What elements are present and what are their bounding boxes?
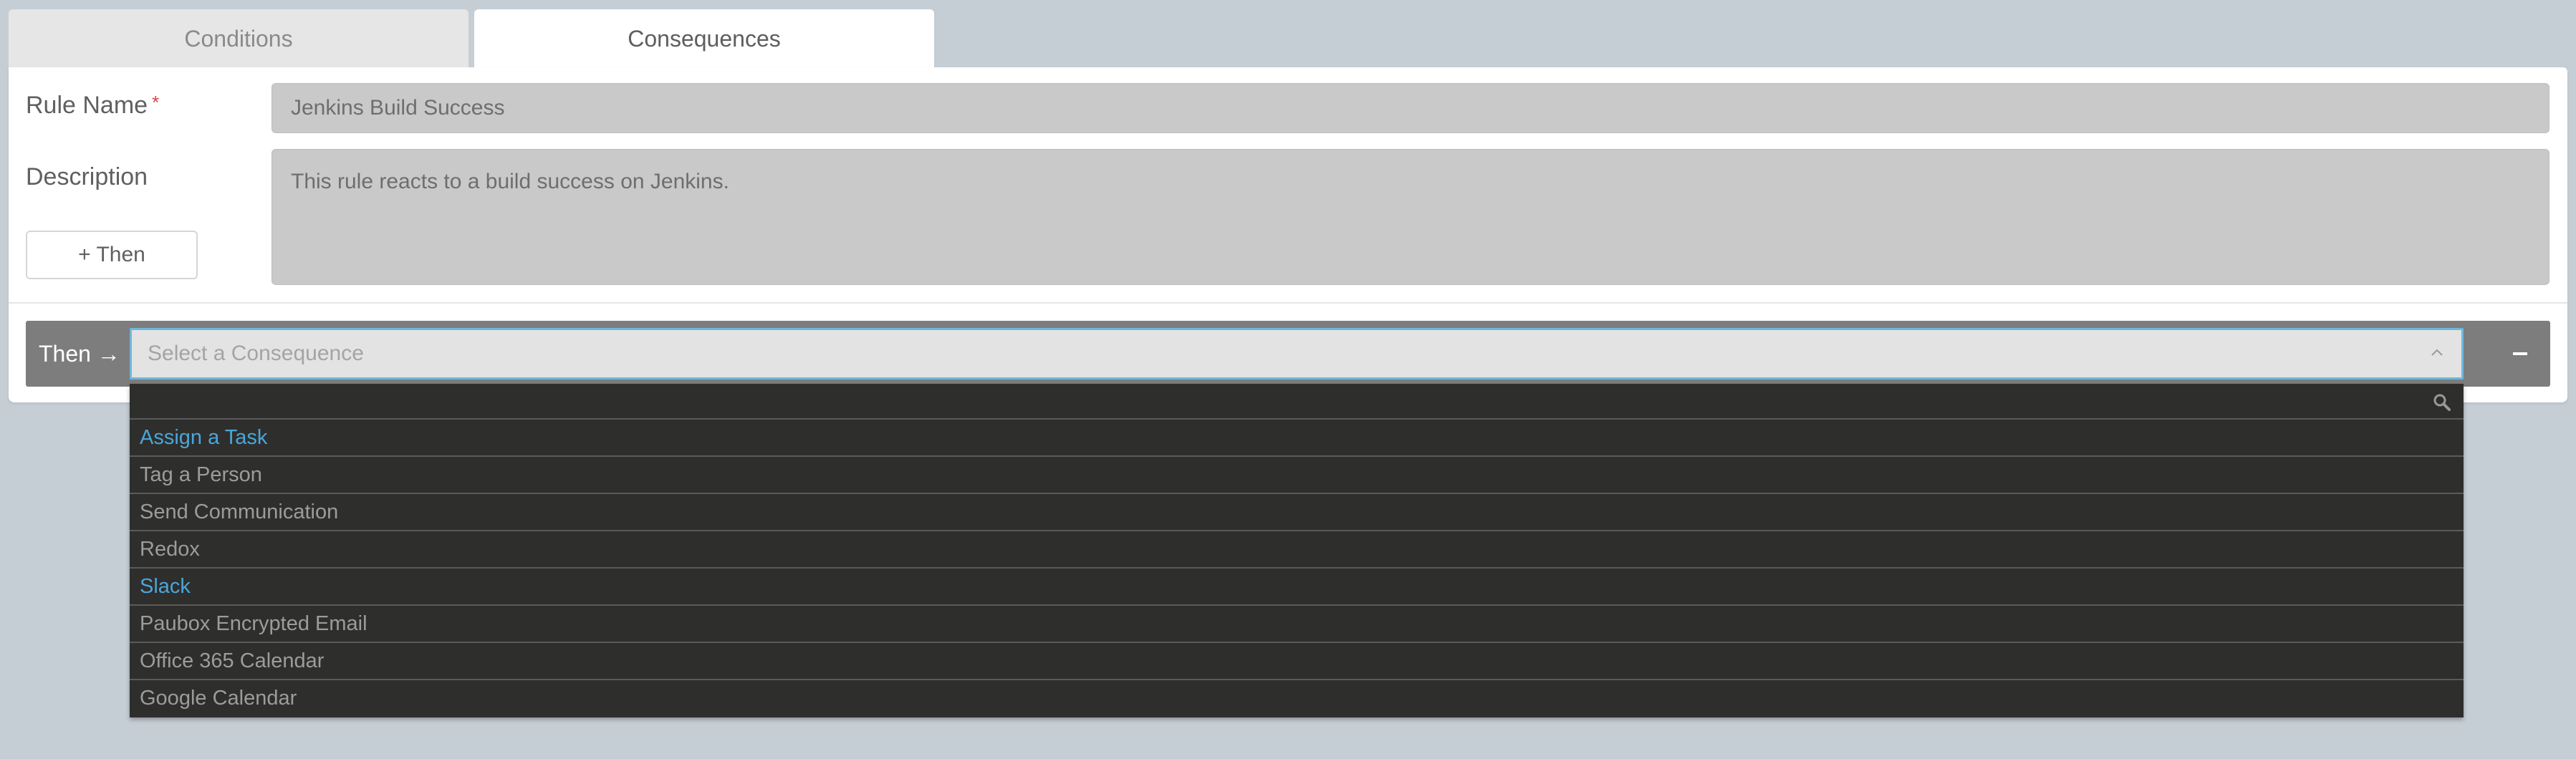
option-tag-a-person[interactable]: Tag a Person — [130, 457, 2464, 494]
consequence-dropdown: Assign a Task Tag a Person Send Communic… — [130, 384, 2464, 717]
option-redox[interactable]: Redox — [130, 531, 2464, 569]
then-label: Then → — [39, 341, 120, 367]
option-slack[interactable]: Slack — [130, 569, 2464, 606]
rule-name-input[interactable]: Jenkins Build Success — [271, 83, 2549, 133]
rule-name-label: Rule Name * — [26, 92, 159, 120]
description-textarea[interactable]: This rule reacts to a build success on J… — [271, 149, 2549, 285]
chevron-up-icon[interactable] — [2430, 346, 2444, 360]
required-mark: * — [152, 92, 160, 113]
option-send-communication[interactable]: Send Communication — [130, 494, 2464, 531]
rule-form-panel: Rule Name * Jenkins Build Success Descrip… — [9, 67, 2567, 402]
option-office-365-calendar[interactable]: Office 365 Calendar — [130, 643, 2464, 680]
option-assign-a-task[interactable]: Assign a Task — [130, 420, 2464, 457]
description-label: Description — [26, 163, 148, 190]
dropdown-search-input[interactable] — [137, 388, 2415, 415]
search-icon — [2433, 394, 2451, 411]
then-row: Then → Select a Consequence — [26, 321, 2550, 387]
tab-consequences[interactable]: Consequences — [474, 9, 934, 68]
option-paubox-encrypted-email[interactable]: Paubox Encrypted Email — [130, 606, 2464, 643]
option-google-calendar[interactable]: Google Calendar — [130, 680, 2464, 717]
divider — [9, 302, 2567, 304]
rule-name-label-text: Rule Name — [26, 92, 148, 119]
add-then-button[interactable]: + Then — [26, 231, 198, 279]
consequence-select[interactable]: Select a Consequence — [130, 328, 2464, 380]
tab-conditions[interactable]: Conditions — [9, 9, 468, 68]
remove-consequence-button[interactable] — [2503, 339, 2537, 368]
dropdown-search-row — [130, 384, 2464, 420]
minus-icon — [2513, 352, 2527, 355]
consequence-select-placeholder: Select a Consequence — [148, 342, 364, 365]
